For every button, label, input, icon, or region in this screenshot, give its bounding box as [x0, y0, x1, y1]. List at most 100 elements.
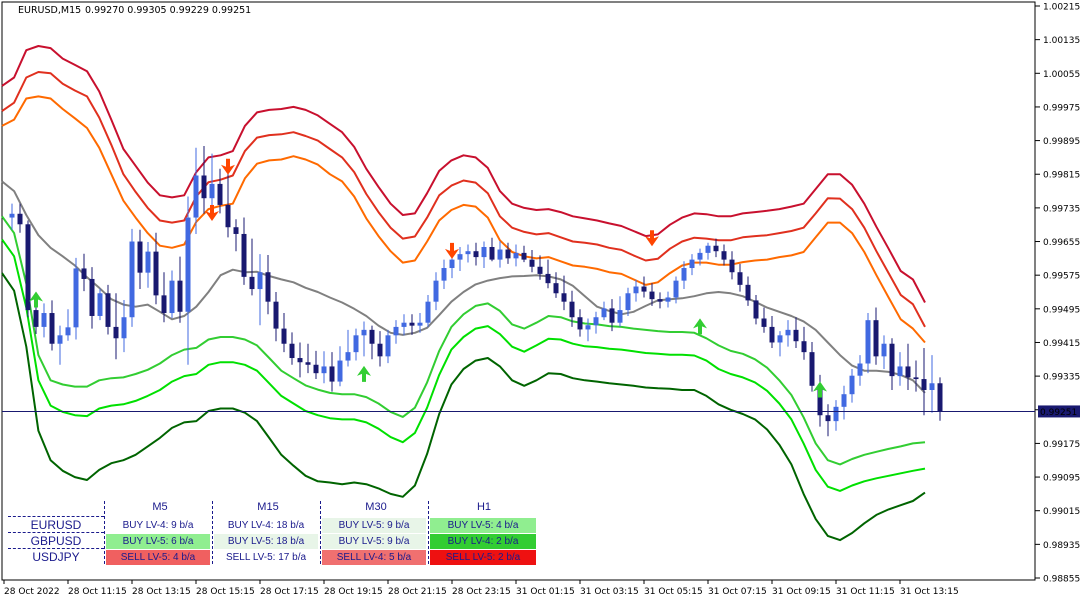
candle-body [233, 227, 239, 234]
candle-body [601, 308, 607, 318]
x-tick-label: 28 Oct 21:15 [388, 587, 447, 597]
candle-body [145, 251, 151, 273]
candle-body [273, 301, 279, 329]
candle-body [153, 251, 159, 296]
tf-header-h1: H1 [476, 501, 492, 513]
candle-body [625, 293, 631, 311]
signal-cell: BUY LV-4: 18 b/a [214, 518, 318, 533]
candle-body [481, 246, 487, 258]
candle-body [745, 284, 751, 301]
candle-body [393, 326, 399, 336]
signal-cell: BUY LV-4: 9 b/a [106, 518, 210, 533]
candle-body [777, 335, 783, 343]
candle-body [937, 383, 943, 412]
y-tick-label: 0.98855 [1043, 575, 1080, 585]
candle-body [369, 329, 375, 344]
candle-body [561, 293, 567, 302]
candle-body [321, 366, 327, 374]
candle-body [505, 249, 511, 259]
candle-body [665, 297, 671, 302]
y-tick-label: 1.00135 [1043, 36, 1080, 46]
y-tick-label: 0.99975 [1043, 103, 1080, 113]
candle-body [809, 352, 815, 386]
candle-body [73, 268, 79, 328]
x-tick-label: 28 Oct 11:15 [68, 587, 127, 597]
candle-body [753, 300, 759, 319]
candle-body [569, 301, 575, 318]
x-tick-label: 31 Oct 05:15 [644, 587, 703, 597]
candle-body [697, 252, 703, 260]
x-tick-label: 31 Oct 13:15 [900, 587, 959, 597]
candle-body [513, 252, 519, 259]
candle-body [825, 415, 831, 422]
current-price-tag: 0.99251 [1038, 405, 1080, 418]
candle-body [265, 272, 271, 302]
candle-body [897, 366, 903, 377]
candle-body [553, 283, 559, 294]
candle-body [217, 183, 223, 205]
symbol-label: EURUSD,M15 [18, 5, 81, 16]
y-tick-label: 0.99095 [1043, 474, 1080, 484]
candle-body [441, 268, 447, 281]
candle-body [857, 363, 863, 376]
x-tick-label: 31 Oct 11:15 [836, 587, 895, 597]
x-tick-label: 31 Oct 01:15 [516, 587, 575, 597]
signal-cell: SELL LV-5: 2 b/a [430, 550, 536, 565]
candle-body [417, 322, 423, 326]
candle-body [201, 175, 207, 199]
candle-body [873, 320, 879, 357]
candle-body [729, 259, 735, 273]
signal-cell: BUY LV-5: 4 b/a [430, 518, 536, 533]
candle-body [713, 245, 719, 252]
row-label-eurusd: EURUSD [8, 516, 104, 533]
candle-body [385, 335, 391, 357]
candle-body [81, 268, 87, 279]
candle-body [801, 341, 807, 353]
candle-body [785, 329, 791, 336]
table-divider [104, 501, 105, 564]
candle-body [137, 241, 143, 273]
candle-body [177, 280, 183, 312]
candle-body [305, 362, 311, 365]
y-tick-label: 0.99895 [1043, 137, 1080, 147]
candle-body [617, 310, 623, 323]
candle-body [25, 224, 31, 311]
candle-body [681, 268, 687, 281]
candle-body [41, 313, 47, 327]
candle-body [57, 335, 63, 344]
candle-body [689, 259, 695, 269]
y-tick-label: 0.99495 [1043, 305, 1080, 315]
signal-cell: BUY LV-5: 18 b/a [214, 534, 318, 549]
candle-body [521, 252, 527, 260]
y-tick-label: 0.99175 [1043, 440, 1080, 450]
candle-body [577, 317, 583, 330]
candle-body [769, 326, 775, 343]
candle-body [337, 360, 343, 382]
candle-body [65, 327, 71, 336]
y-tick-label: 0.98935 [1043, 541, 1080, 551]
candle-body [833, 406, 839, 422]
signal-cell: SELL LV-5: 4 b/a [106, 550, 210, 565]
y-tick-label: 0.99015 [1043, 507, 1080, 517]
y-tick-label: 0.99815 [1043, 171, 1080, 181]
candle-body [361, 329, 367, 336]
candle-body [289, 343, 295, 359]
table-divider [320, 501, 321, 564]
x-tick-label: 28 Oct 23:15 [452, 587, 511, 597]
tf-header-m15: M15 [257, 501, 279, 513]
table-divider [212, 501, 213, 564]
candle-body [9, 213, 15, 218]
candle-body [425, 301, 431, 323]
y-tick-label: 1.00055 [1043, 70, 1080, 80]
candle-body [905, 366, 911, 378]
y-tick-label: 0.99415 [1043, 339, 1080, 349]
x-tick-label: 28 Oct 13:15 [132, 587, 191, 597]
table-divider [428, 501, 429, 564]
candle-body [633, 286, 639, 294]
candle-body [657, 299, 663, 302]
candle-body [161, 295, 167, 314]
candle-body [705, 245, 711, 253]
x-tick-label: 28 Oct 15:15 [196, 587, 255, 597]
y-tick-label: 0.99335 [1043, 373, 1080, 383]
candle-body [465, 251, 471, 255]
